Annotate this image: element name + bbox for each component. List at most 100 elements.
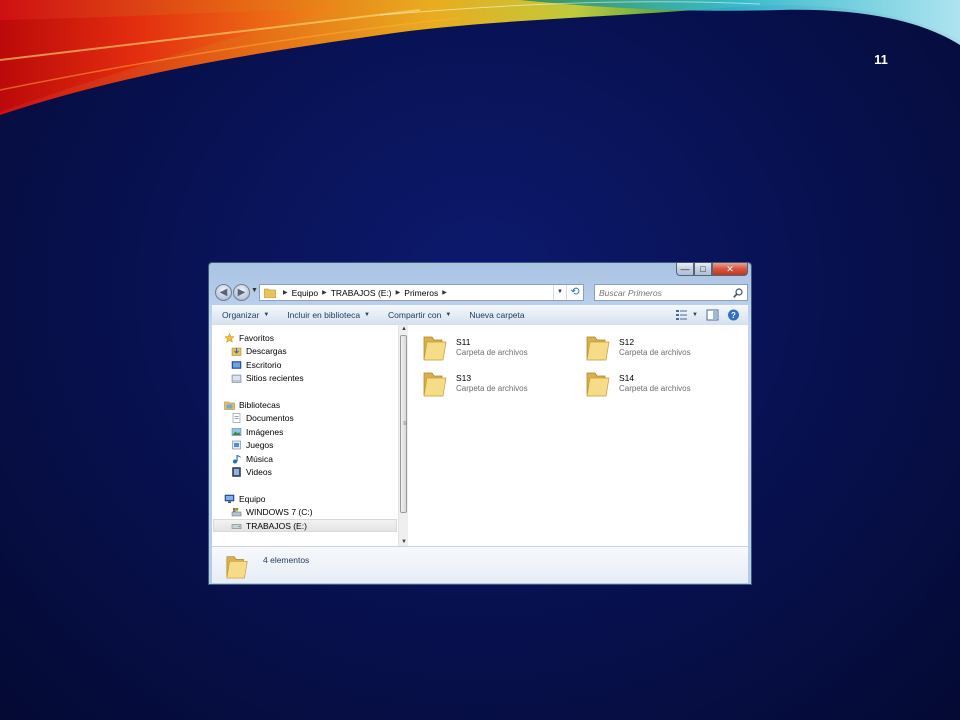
tree-item-videos[interactable]: Videos: [231, 465, 272, 478]
window-caption-buttons: — □ ✕: [676, 263, 748, 276]
folder-name: S12: [619, 337, 635, 347]
organize-button[interactable]: Organizar ▼: [212, 310, 278, 320]
tree-item-documentos[interactable]: Documentos: [231, 411, 294, 424]
tree-label: Sitios recientes: [246, 372, 304, 383]
tree-label: Documentos: [246, 412, 294, 423]
scrollbar-thumb[interactable]: ≡: [400, 335, 407, 513]
tree-favorites[interactable]: Favoritos: [224, 331, 274, 344]
breadcrumb-separator-icon[interactable]: ▶: [322, 289, 327, 296]
svg-text:?: ?: [731, 311, 736, 320]
breadcrumb-primeros[interactable]: Primeros: [404, 288, 438, 298]
new-folder-button[interactable]: Nueva carpeta: [460, 310, 533, 320]
folder-name: S11: [456, 337, 471, 347]
navigation-scrollbar[interactable]: ▲ ≡ ▼: [398, 325, 408, 546]
tree-label: Videos: [246, 466, 272, 477]
pictures-icon: [231, 427, 242, 436]
folder-icon: [423, 336, 447, 361]
details-pane: 4 elementos: [212, 546, 748, 583]
view-controls: ▼ ?: [675, 309, 748, 321]
scroll-down-icon[interactable]: ▼: [400, 539, 408, 545]
videos-icon: [232, 466, 241, 477]
folder-type: Carpeta de archivos: [456, 384, 528, 393]
scroll-up-icon[interactable]: ▲: [400, 326, 408, 332]
address-bar[interactable]: ▶ Equipo ▶ TRABAJOS (E:) ▶ Primeros ▶ ▼ …: [259, 284, 584, 301]
back-button[interactable]: ◀: [215, 284, 232, 301]
help-icon[interactable]: ?: [727, 309, 740, 321]
breadcrumb-separator-icon[interactable]: ▶: [283, 289, 288, 296]
tree-label: TRABAJOS (E:): [246, 520, 307, 531]
maximize-button[interactable]: □: [694, 263, 712, 276]
tree-item-juegos[interactable]: Juegos: [231, 438, 273, 451]
tree-label: WINDOWS 7 (C:): [246, 506, 313, 517]
music-note-icon: [233, 454, 241, 463]
share-with-button[interactable]: Compartir con ▼: [379, 310, 460, 320]
tree-label: Descargas: [246, 345, 287, 356]
search-icon[interactable]: [733, 288, 743, 298]
folder-name: S13: [456, 373, 472, 383]
view-list-icon: [676, 310, 688, 320]
decorative-swoosh: [0, 0, 960, 115]
tree-item-windows7-c[interactable]: WINDOWS 7 (C:): [231, 505, 313, 518]
folder-icon: [264, 288, 276, 298]
organize-label: Organizar: [222, 310, 260, 320]
navigation-pane: Favoritos Descargas Escritorio Sitios re…: [212, 325, 398, 546]
tree-label: Escritorio: [246, 359, 282, 370]
item-count: 4 elementos: [263, 555, 310, 565]
tree-label: Imágenes: [246, 426, 284, 437]
address-dropdown-icon[interactable]: ▼: [553, 285, 566, 300]
share-with-label: Compartir con: [388, 310, 442, 320]
grip-icon: ≡: [403, 421, 407, 427]
back-arrow-icon: ◀: [219, 287, 228, 298]
command-bar: Organizar ▼ Incluir en biblioteca ▼ Comp…: [212, 305, 748, 326]
close-button[interactable]: ✕: [712, 263, 748, 276]
drive-icon: [231, 523, 242, 529]
navigation-row: ◀ ▶ ▼ ▶ Equipo ▶ TRABAJOS (E:) ▶ Primero…: [214, 283, 748, 303]
change-view-button[interactable]: ▼: [675, 309, 698, 321]
slide-number: 11: [874, 52, 888, 67]
forward-button[interactable]: ▶: [233, 284, 250, 301]
tree-label: Juegos: [246, 439, 274, 450]
tree-label: Bibliotecas: [239, 399, 281, 410]
search-input[interactable]: [595, 287, 729, 298]
folder-icon: [423, 372, 447, 397]
folder-type: Carpeta de archivos: [619, 348, 691, 357]
folder-type: Carpeta de archivos: [456, 348, 528, 357]
explorer-window: — □ ✕ ◀ ▶ ▼ ▶ Equipo ▶ TRABAJOS (E:) ▶ P…: [208, 262, 752, 585]
breadcrumb-trabajos[interactable]: TRABAJOS (E:): [331, 288, 392, 298]
search-box[interactable]: [594, 284, 748, 301]
recent-pages-dropdown[interactable]: ▼: [251, 287, 258, 294]
folder-item[interactable]: S12 Carpeta de archivos: [585, 333, 735, 363]
include-in-library-button[interactable]: Incluir en biblioteca ▼: [278, 310, 379, 320]
tree-bibliotecas[interactable]: Bibliotecas: [224, 398, 280, 411]
tree-label: Favoritos: [239, 332, 274, 343]
folder-item[interactable]: S13 Carpeta de archivos: [422, 369, 572, 399]
computer-icon: [224, 494, 235, 503]
folder-type: Carpeta de archivos: [619, 384, 691, 393]
recent-places-icon: [231, 374, 242, 383]
preview-pane-icon[interactable]: [706, 309, 719, 321]
games-icon: [232, 440, 241, 449]
tree-equipo[interactable]: Equipo: [224, 492, 265, 505]
tree-item-trabajos-e[interactable]: TRABAJOS (E:): [213, 519, 397, 532]
tree-label: Equipo: [239, 493, 266, 504]
refresh-icon[interactable]: ⟲: [566, 285, 583, 300]
content-pane: S11 Carpeta de archivos S12 Carpeta de a…: [408, 325, 748, 546]
forward-arrow-icon: ▶: [237, 287, 246, 298]
windows-drive-icon: [231, 507, 242, 516]
tree-item-descargas[interactable]: Descargas: [231, 344, 287, 357]
tree-item-sitios-recientes[interactable]: Sitios recientes: [231, 371, 304, 384]
breadcrumb-separator-icon[interactable]: ▶: [396, 289, 401, 296]
folder-icon: [586, 336, 610, 361]
folder-icon: [586, 372, 610, 397]
tree-item-imagenes[interactable]: Imágenes: [231, 425, 283, 438]
folder-item[interactable]: S14 Carpeta de archivos: [585, 369, 735, 399]
breadcrumb-equipo[interactable]: Equipo: [292, 288, 318, 298]
star-icon: [224, 332, 235, 343]
tree-item-escritorio[interactable]: Escritorio: [231, 358, 281, 371]
tree-label: Música: [246, 453, 273, 464]
minimize-button[interactable]: —: [676, 263, 694, 276]
chevron-down-icon: ▼: [263, 312, 270, 318]
folder-item[interactable]: S11 Carpeta de archivos: [422, 333, 572, 363]
breadcrumb-separator-icon[interactable]: ▶: [442, 289, 447, 296]
tree-item-musica[interactable]: Música: [231, 452, 273, 465]
